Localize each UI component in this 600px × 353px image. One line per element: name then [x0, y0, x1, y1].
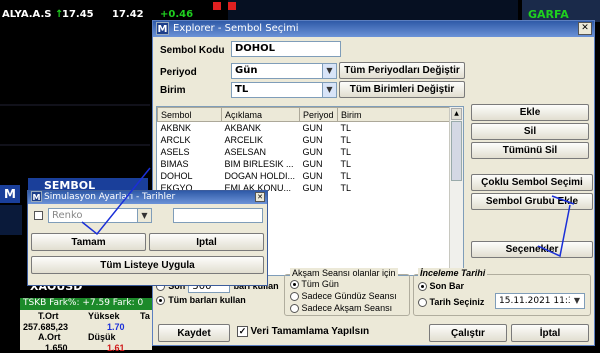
annotation-check-left: [81, 167, 151, 236]
annotation-overlay: [81, 167, 575, 258]
annotation-arrow-right: [551, 195, 575, 205]
annotation-check-right: [537, 204, 571, 258]
